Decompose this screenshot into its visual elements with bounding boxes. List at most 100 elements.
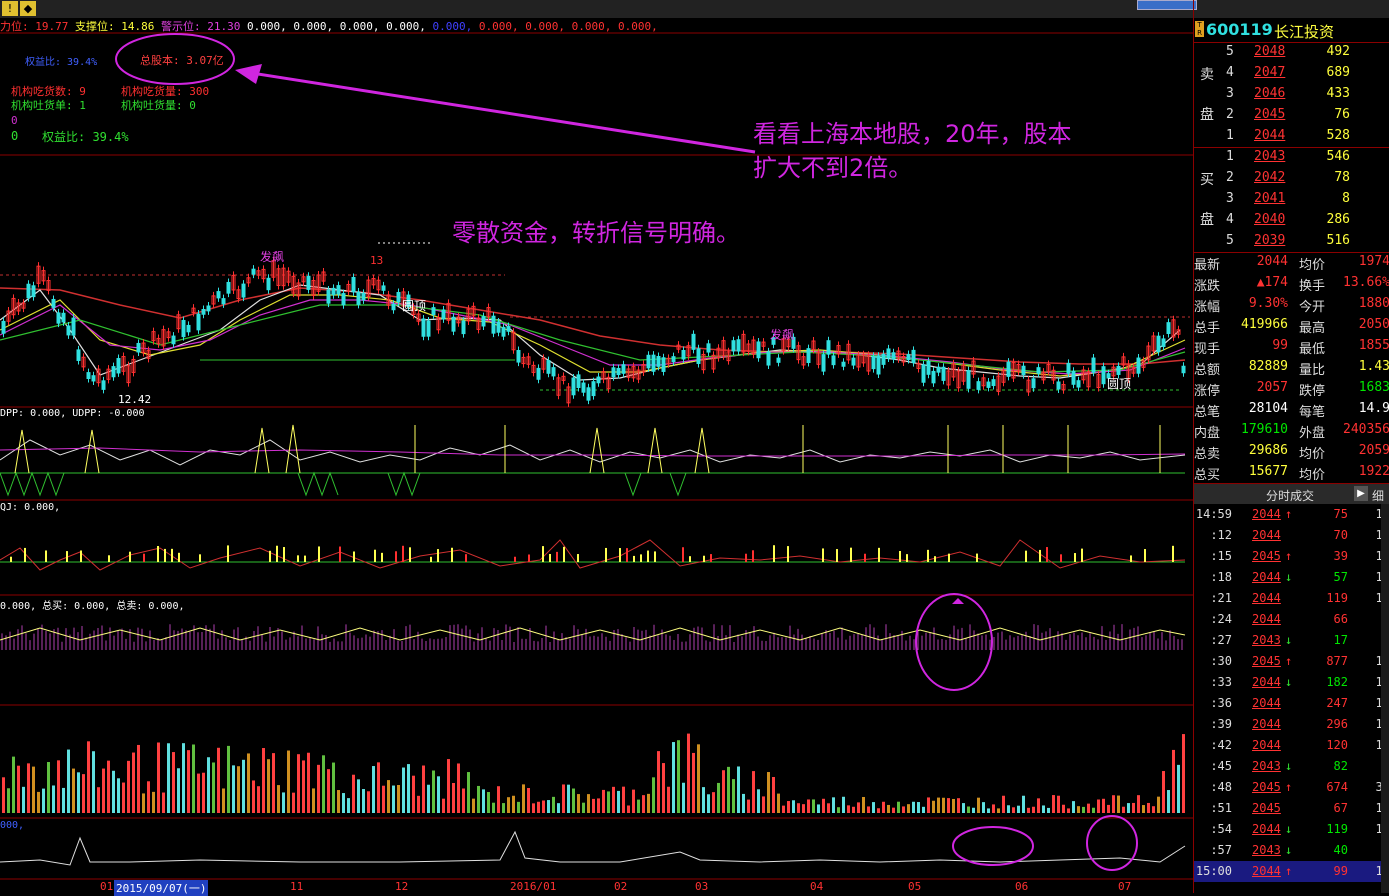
- candle-body: [1181, 365, 1186, 374]
- volume-bar: [847, 805, 850, 813]
- volume-bar: [822, 798, 825, 813]
- buy-row[interactable]: 1 2043 546: [1194, 147, 1389, 168]
- candle-body: [1136, 357, 1141, 374]
- sell-row[interactable]: 3 2046 433: [1194, 84, 1389, 105]
- book-volume: 433: [1326, 86, 1350, 101]
- hdr-val-8: 0.000,: [571, 20, 612, 33]
- tick-time: :42: [1210, 738, 1232, 752]
- tick-row[interactable]: :21204411913: [1194, 588, 1389, 609]
- buy-row[interactable]: 3 2041 8: [1194, 189, 1389, 210]
- tick-arrow-icon: ↓: [1285, 675, 1293, 689]
- volume-bar: [647, 793, 650, 813]
- volume-bar: [57, 760, 60, 813]
- ticks-scrollbar[interactable]: [1381, 504, 1389, 893]
- volume-bar: [17, 765, 20, 813]
- ticks-detail-tab[interactable]: 细: [1372, 487, 1384, 504]
- stat-key: 涨停: [1194, 384, 1221, 399]
- tick-row[interactable]: :542044↓11911: [1194, 819, 1389, 840]
- volume-bar: [537, 801, 540, 813]
- volume-bar: [1172, 749, 1175, 813]
- kline-chart-area[interactable]: 力位: 19.77 支撑位: 14.86 警示位: 21.30 0.000, 0…: [0, 0, 1193, 896]
- volume-bar: [212, 762, 215, 813]
- warn-level: 警示位: 21.30: [160, 20, 241, 33]
- tick-row[interactable]: 14:592044↑7512: [1194, 504, 1389, 525]
- book-price: 2044: [1254, 128, 1286, 143]
- volume-bar: [102, 768, 105, 813]
- date-tick: 04: [810, 880, 824, 893]
- tick-arrow-icon: ↓: [1285, 759, 1293, 773]
- sell-row[interactable]: 1 2044 528: [1194, 126, 1389, 147]
- stat-value: 240356: [1343, 422, 1389, 437]
- tick-row[interactable]: :482045↑67438: [1194, 777, 1389, 798]
- candle-body: [306, 275, 311, 290]
- volume-bar: [1047, 807, 1050, 813]
- volume-bar: [642, 795, 645, 813]
- candle-body: [76, 349, 81, 361]
- tick-row[interactable]: :42204412014: [1194, 735, 1389, 756]
- tick-row[interactable]: :332044↓18212: [1194, 672, 1389, 693]
- volume-bar: [2, 777, 5, 813]
- candle-body: [341, 293, 346, 306]
- volume-bar: [667, 786, 670, 813]
- volume-bar: [167, 743, 170, 813]
- tick-row[interactable]: :36204424712: [1194, 693, 1389, 714]
- candle-body: [61, 312, 66, 323]
- candle-body: [266, 277, 271, 291]
- volume-bar: [1127, 803, 1130, 813]
- volume-bar: [362, 789, 365, 813]
- buy-row[interactable]: 2 2042 78: [1194, 168, 1389, 189]
- stat-key: 跌停: [1299, 384, 1326, 399]
- book-level: 4: [1226, 65, 1234, 80]
- tick-time: :27: [1210, 633, 1232, 647]
- tick-row[interactable]: :302045↑87716: [1194, 651, 1389, 672]
- volume-bar: [602, 789, 605, 813]
- tick-row[interactable]: :242044665: [1194, 609, 1389, 630]
- volume-bar: [932, 800, 935, 813]
- candle-body: [171, 335, 176, 345]
- tick-row[interactable]: :182044↓5714: [1194, 567, 1389, 588]
- tick-time: :51: [1210, 801, 1232, 815]
- tick-row[interactable]: :452043↓826: [1194, 756, 1389, 777]
- tick-volume: 17: [1333, 633, 1348, 647]
- volume-bar: [612, 786, 615, 813]
- tick-time: :21: [1210, 591, 1232, 605]
- tick-row[interactable]: :272043↓177: [1194, 630, 1389, 651]
- candle-body: [661, 357, 666, 372]
- tick-row[interactable]: :1220447011: [1194, 525, 1389, 546]
- volume-bar: [387, 780, 390, 813]
- vol-label: 000,: [0, 820, 25, 831]
- tick-volume: 40: [1333, 843, 1348, 857]
- sell-row[interactable]: 5 2048 492: [1194, 42, 1389, 63]
- volume-bar: [522, 784, 525, 813]
- tick-volume: 99: [1333, 864, 1348, 878]
- volume-bar: [422, 765, 425, 813]
- stock-code: 600119: [1206, 20, 1273, 39]
- tick-row[interactable]: :39204429619: [1194, 714, 1389, 735]
- volume-bar: [182, 743, 185, 813]
- buy-sell-label: 0.000, 总买: 0.000, 总卖: 0.000,: [0, 601, 185, 612]
- buy-row[interactable]: 4 2040 286: [1194, 210, 1389, 231]
- tick-row[interactable]: :5120456710: [1194, 798, 1389, 819]
- sell-row[interactable]: 2 2045 76: [1194, 105, 1389, 126]
- stat-value: 1855: [1358, 338, 1389, 353]
- candle-body: [706, 343, 711, 353]
- ticks-play-button[interactable]: ▶: [1354, 486, 1368, 501]
- sell-row[interactable]: 4 2047 689: [1194, 63, 1389, 84]
- stat-row: 总买 15677 均价 1922: [1194, 462, 1389, 483]
- tick-row[interactable]: :152045↑3911: [1194, 546, 1389, 567]
- zero-a: 0: [11, 114, 18, 127]
- date-tick: 01: [100, 880, 114, 893]
- tick-row[interactable]: :572043↓404: [1194, 840, 1389, 861]
- tick-row[interactable]: 15:002044↑9911: [1194, 861, 1389, 882]
- candle-body: [1116, 365, 1121, 375]
- hdr-val-3: 0.000,: [339, 20, 380, 33]
- buy-row[interactable]: 5 2039 516: [1194, 231, 1389, 252]
- annotation-shares-line2: 扩大不到2倍。: [753, 154, 913, 182]
- tick-time: :30: [1210, 654, 1232, 668]
- volume-bar: [607, 791, 610, 813]
- volume-bar: [747, 799, 750, 813]
- stat-value: 9.30%: [1248, 296, 1288, 311]
- book-volume: 286: [1326, 212, 1350, 227]
- volume-bar: [7, 788, 10, 813]
- volume-bar: [662, 763, 665, 813]
